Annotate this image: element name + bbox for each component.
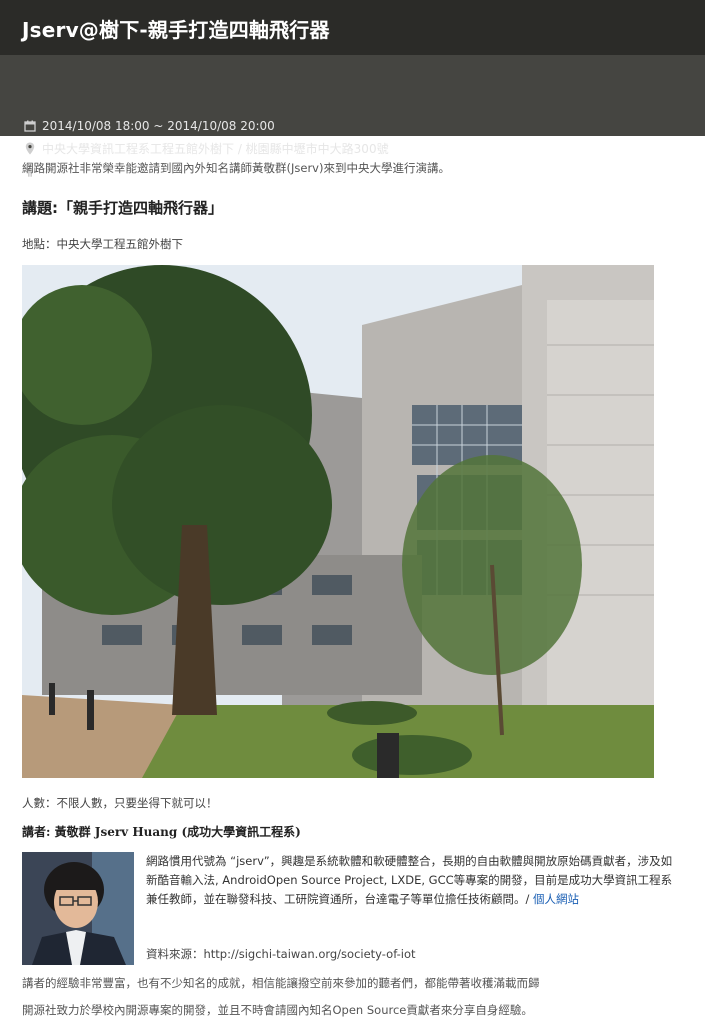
- event-meta: 2014/10/08 18:00 ~ 2014/10/08 20:00 中央大學…: [0, 55, 705, 177]
- experience-text: 講者的經驗非常豐富，也有不少知名的成就，相信能讓撥空前來參加的聽者們，都能帶著收…: [22, 976, 540, 990]
- calendar-icon: [22, 119, 38, 133]
- personal-site-link[interactable]: 個人網站: [533, 892, 579, 906]
- source-text: 資料來源：http://sigchi-taiwan.org/society-of…: [146, 947, 416, 961]
- topic-heading: 講題:「親手打造四軸飛行器」: [22, 199, 223, 217]
- event-title: Jserv@樹下-親手打造四軸飛行器: [22, 18, 330, 42]
- map-pin-icon: [22, 141, 38, 155]
- event-header: Jserv@樹下-親手打造四軸飛行器: [0, 0, 705, 55]
- meta-location-row: 中央大學資訊工程系工程五館外樹下 / 桃園縣中壢市中大路300號: [22, 139, 389, 157]
- intro-text: 網路開源社非常榮幸能邀請到國內外知名講師黃敬群(Jserv)來到中央大學進行演講…: [22, 161, 450, 175]
- speaker-avatar: [22, 852, 134, 965]
- venue-photo: [22, 265, 654, 778]
- meta-datetime-row: 2014/10/08 18:00 ~ 2014/10/08 20:00: [22, 117, 275, 135]
- speaker-bio-text: 網路慣用代號為 “jserv”，興趣是系統軟體和軟硬體整合，長期的自由軟體與開放…: [146, 854, 673, 906]
- attendance-text: 人數：不限人數，只要坐得下就可以！: [22, 796, 218, 810]
- venue-text: 地點：中央大學工程五館外樹下: [22, 237, 183, 251]
- speaker-bio: 網路慣用代號為 “jserv”，興趣是系統軟體和軟硬體整合，長期的自由軟體與開放…: [146, 852, 681, 909]
- club-text: 開源社致力於學校內開源專案的開發，並且不時會請國內知名Open Source貢獻…: [22, 1003, 533, 1017]
- meta-location: 中央大學資訊工程系工程五館外樹下 / 桃園縣中壢市中大路300號: [42, 141, 389, 156]
- speaker-heading: 講者: 黃敬群 Jserv Huang (成功大學資訊工程系): [22, 825, 301, 839]
- meta-datetime: 2014/10/08 18:00 ~ 2014/10/08 20:00: [42, 119, 275, 133]
